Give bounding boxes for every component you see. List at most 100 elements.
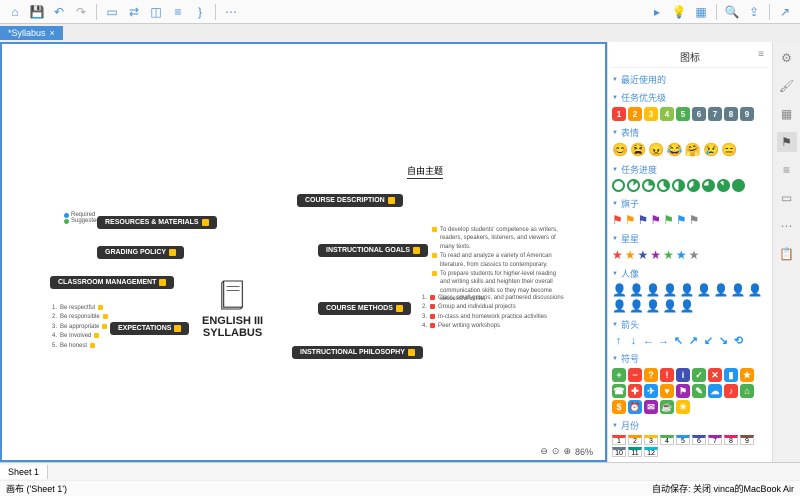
person-marker[interactable]: 👤 bbox=[646, 299, 661, 313]
arrow-marker[interactable]: ← bbox=[642, 334, 655, 347]
arrow-marker[interactable]: ↖ bbox=[672, 334, 685, 347]
month-marker[interactable]: 8 bbox=[724, 435, 738, 445]
symbol-marker[interactable]: − bbox=[628, 368, 642, 382]
zoom-in-icon[interactable]: ⊕ bbox=[563, 446, 571, 457]
redo-icon[interactable]: ↷ bbox=[72, 3, 90, 21]
person-marker[interactable]: 👤 bbox=[697, 283, 712, 297]
structure-icon[interactable]: ◫ bbox=[147, 3, 165, 21]
center-topic[interactable]: ENGLISH III SYLLABUS bbox=[202, 279, 263, 339]
person-marker[interactable]: 👤 bbox=[680, 299, 695, 313]
emoji-marker[interactable]: 😂 bbox=[667, 142, 683, 158]
symbol-marker[interactable]: ☎ bbox=[612, 384, 626, 398]
person-marker[interactable]: 👤 bbox=[646, 283, 661, 297]
priority-marker[interactable]: 5 bbox=[676, 107, 690, 121]
flag-marker[interactable]: ⚑ bbox=[625, 213, 636, 227]
symbol-marker[interactable]: ! bbox=[660, 368, 674, 382]
priority-marker[interactable]: 1 bbox=[612, 107, 626, 121]
flag-marker[interactable]: ⚑ bbox=[650, 213, 661, 227]
section-progress[interactable]: 任务进度 bbox=[621, 163, 657, 176]
emoji-marker[interactable]: 🤗 bbox=[685, 142, 701, 158]
person-marker[interactable]: 👤 bbox=[629, 299, 644, 313]
section-emoji[interactable]: 表情 bbox=[621, 126, 639, 139]
section-arrows[interactable]: 箭头 bbox=[621, 318, 639, 331]
star-marker[interactable]: ★ bbox=[663, 248, 674, 262]
star-marker[interactable]: ★ bbox=[689, 248, 700, 262]
month-marker[interactable]: 1 bbox=[612, 435, 626, 445]
mindmap-canvas[interactable]: 自由主题 Required Suggested ENGLISH III SYLL… bbox=[0, 42, 607, 462]
symbol-marker[interactable]: i bbox=[676, 368, 690, 382]
star-marker[interactable]: ★ bbox=[612, 248, 623, 262]
star-marker[interactable]: ★ bbox=[625, 248, 636, 262]
topic-node[interactable]: CLASSROOM MANAGEMENT bbox=[50, 276, 174, 289]
topic-node[interactable]: COURSE METHODS bbox=[318, 302, 411, 315]
symbol-marker[interactable]: ✚ bbox=[628, 384, 642, 398]
priority-marker[interactable]: 3 bbox=[644, 107, 658, 121]
more-icon[interactable]: ⋯ bbox=[222, 3, 240, 21]
export-icon[interactable]: ↗ bbox=[776, 3, 794, 21]
emoji-marker[interactable]: 😊 bbox=[612, 142, 628, 158]
present-icon[interactable]: ▸ bbox=[648, 3, 666, 21]
zoom-control[interactable]: ⊖ ⊙ ⊕ 86% bbox=[540, 446, 593, 457]
tab-syllabus[interactable]: *Syllabus × bbox=[0, 26, 63, 40]
priority-marker[interactable]: 9 bbox=[740, 107, 754, 121]
topic-node[interactable]: INSTRUCTIONAL PHILOSOPHY bbox=[292, 346, 423, 359]
theme-icon[interactable]: ▦ bbox=[692, 3, 710, 21]
month-marker[interactable]: 5 bbox=[676, 435, 690, 445]
free-topic-node[interactable]: 自由主题 bbox=[407, 164, 443, 179]
share-icon[interactable]: ⇪ bbox=[745, 3, 763, 21]
arrow-marker[interactable]: ↗ bbox=[687, 334, 700, 347]
section-stars[interactable]: 星星 bbox=[621, 232, 639, 245]
symbol-marker[interactable]: ▮ bbox=[724, 368, 738, 382]
section-flags[interactable]: 旗子 bbox=[621, 197, 639, 210]
collapse-icon[interactable]: ▭ bbox=[103, 3, 121, 21]
side-tab[interactable]: ▦ bbox=[777, 104, 797, 124]
expand-icon[interactable]: ⇄ bbox=[125, 3, 143, 21]
emoji-marker[interactable]: 😠 bbox=[648, 142, 664, 158]
symbol-marker[interactable]: + bbox=[612, 368, 626, 382]
symbol-marker[interactable]: ✓ bbox=[692, 368, 706, 382]
month-marker[interactable]: 11 bbox=[628, 447, 642, 457]
person-marker[interactable]: 👤 bbox=[612, 283, 627, 297]
progress-marker[interactable] bbox=[732, 179, 745, 192]
month-marker[interactable]: 2 bbox=[628, 435, 642, 445]
month-marker[interactable]: 12 bbox=[644, 447, 658, 457]
progress-marker[interactable] bbox=[612, 179, 625, 192]
side-tab[interactable]: 🖌 bbox=[777, 76, 797, 96]
search-icon[interactable]: 🔍 bbox=[723, 3, 741, 21]
topic-node[interactable]: GRADING POLICY bbox=[97, 246, 184, 259]
arrow-marker[interactable]: ⟲ bbox=[732, 334, 745, 347]
sheet-tab[interactable]: Sheet 1 bbox=[0, 465, 48, 479]
topic-node[interactable]: INSTRUCTIONAL GOALS bbox=[318, 244, 428, 257]
flag-marker[interactable]: ⚑ bbox=[663, 213, 674, 227]
section-symbols[interactable]: 符号 bbox=[621, 352, 639, 365]
person-marker[interactable]: 👤 bbox=[748, 283, 763, 297]
progress-marker[interactable] bbox=[702, 179, 715, 192]
person-marker[interactable]: 👤 bbox=[663, 283, 678, 297]
month-marker[interactable]: 4 bbox=[660, 435, 674, 445]
emoji-marker[interactable]: 😢 bbox=[703, 142, 719, 158]
topic-node[interactable]: EXPECTATIONS bbox=[110, 322, 189, 335]
symbol-marker[interactable]: ⏰ bbox=[628, 400, 642, 414]
side-tab[interactable]: ⋯ bbox=[777, 216, 797, 236]
section-months[interactable]: 月份 bbox=[621, 419, 639, 432]
side-tab[interactable]: ▭ bbox=[777, 188, 797, 208]
star-marker[interactable]: ★ bbox=[676, 248, 687, 262]
symbol-marker[interactable]: ✈ bbox=[644, 384, 658, 398]
flag-marker[interactable]: ⚑ bbox=[638, 213, 649, 227]
symbol-marker[interactable]: ♪ bbox=[724, 384, 738, 398]
idea-icon[interactable]: 💡 bbox=[670, 3, 688, 21]
panel-menu-icon[interactable]: ≡ bbox=[758, 49, 764, 60]
side-tab[interactable]: ⚙ bbox=[777, 48, 797, 68]
arrow-marker[interactable]: ↓ bbox=[627, 334, 640, 347]
flag-marker[interactable]: ⚑ bbox=[689, 213, 700, 227]
flag-marker[interactable]: ⚑ bbox=[612, 213, 623, 227]
priority-marker[interactable]: 8 bbox=[724, 107, 738, 121]
section-priority[interactable]: 任务优先级 bbox=[621, 91, 666, 104]
symbol-marker[interactable]: ✎ bbox=[692, 384, 706, 398]
outline-icon[interactable]: } bbox=[191, 3, 209, 21]
notes-icon[interactable]: ≡ bbox=[169, 3, 187, 21]
zoom-out-icon[interactable]: ⊖ bbox=[540, 446, 548, 457]
priority-marker[interactable]: 4 bbox=[660, 107, 674, 121]
arrow-marker[interactable]: → bbox=[657, 334, 670, 347]
side-tab[interactable]: ⚑ bbox=[777, 132, 797, 152]
